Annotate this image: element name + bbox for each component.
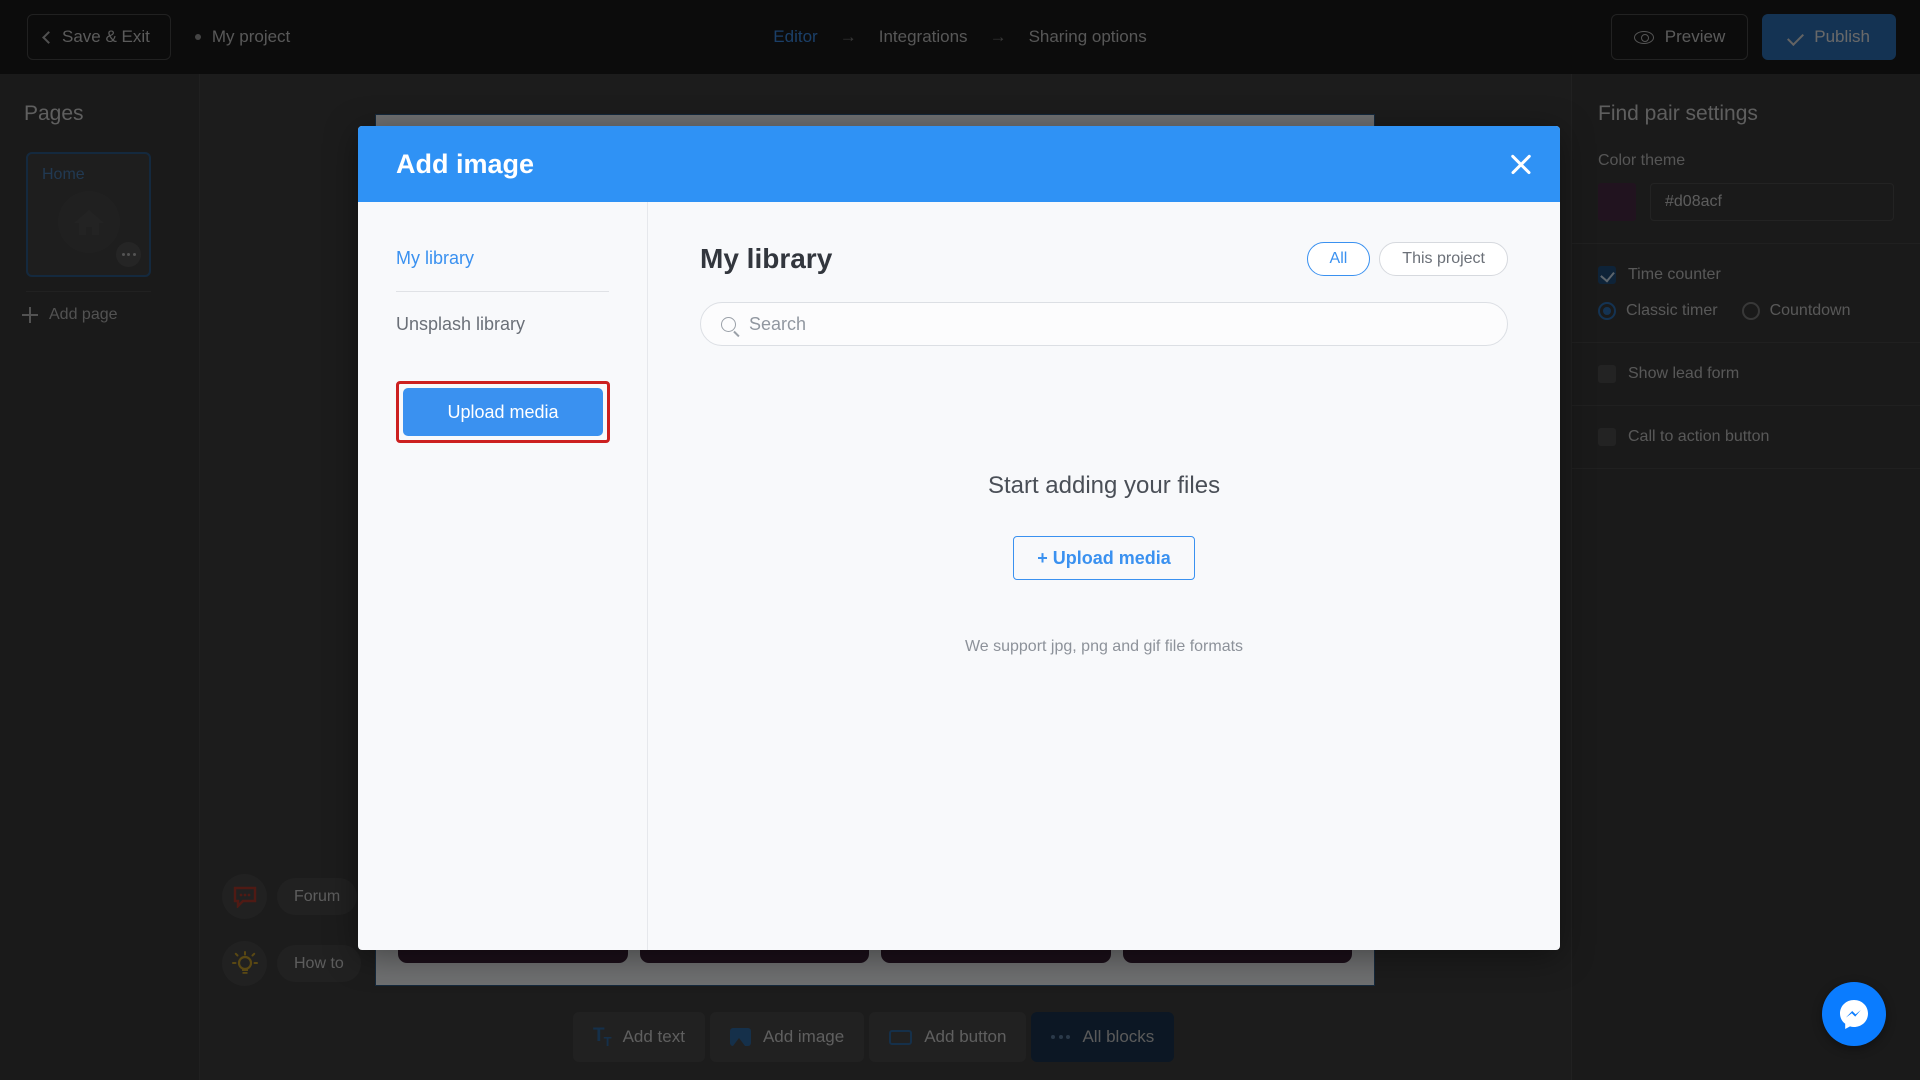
close-icon[interactable] [1508,151,1534,177]
sidebar-item-my-library[interactable]: My library [396,248,609,291]
dialog-title: Add image [396,148,535,179]
empty-state-note: We support jpg, png and gif file formats [964,638,1244,655]
library-heading: My library [700,243,833,274]
dialog-main: My library All This project Search Start… [648,202,1560,950]
messenger-chat-button[interactable] [1822,982,1886,1046]
dialog-sidebar: My library Unsplash library Upload media [358,202,648,950]
empty-state: Start adding your files + Upload media W… [700,472,1508,656]
sidebar-item-unsplash-library[interactable]: Unsplash library [396,292,609,335]
dialog-body: My library Unsplash library Upload media… [358,202,1560,950]
app-root: Save & Exit My project Editor → Integrat… [0,0,1920,1080]
upload-media-button[interactable]: Upload media [403,388,603,436]
library-header: My library All This project [700,242,1508,276]
upload-media-highlight: Upload media [396,381,610,443]
search-input[interactable]: Search [749,314,806,335]
messenger-icon [1840,1000,1868,1029]
empty-state-upload-button[interactable]: + Upload media [1013,536,1195,580]
scope-toggle-group: All This project [1306,242,1508,276]
search-bar[interactable]: Search [700,302,1508,346]
dialog-header: Add image [358,126,1560,202]
search-icon [721,316,736,332]
toggle-this-project[interactable]: This project [1379,242,1508,276]
toggle-all[interactable]: All [1306,242,1371,276]
add-image-dialog: Add image My library Unsplash library Up… [358,126,1560,950]
empty-state-title: Start adding your files [987,472,1221,499]
